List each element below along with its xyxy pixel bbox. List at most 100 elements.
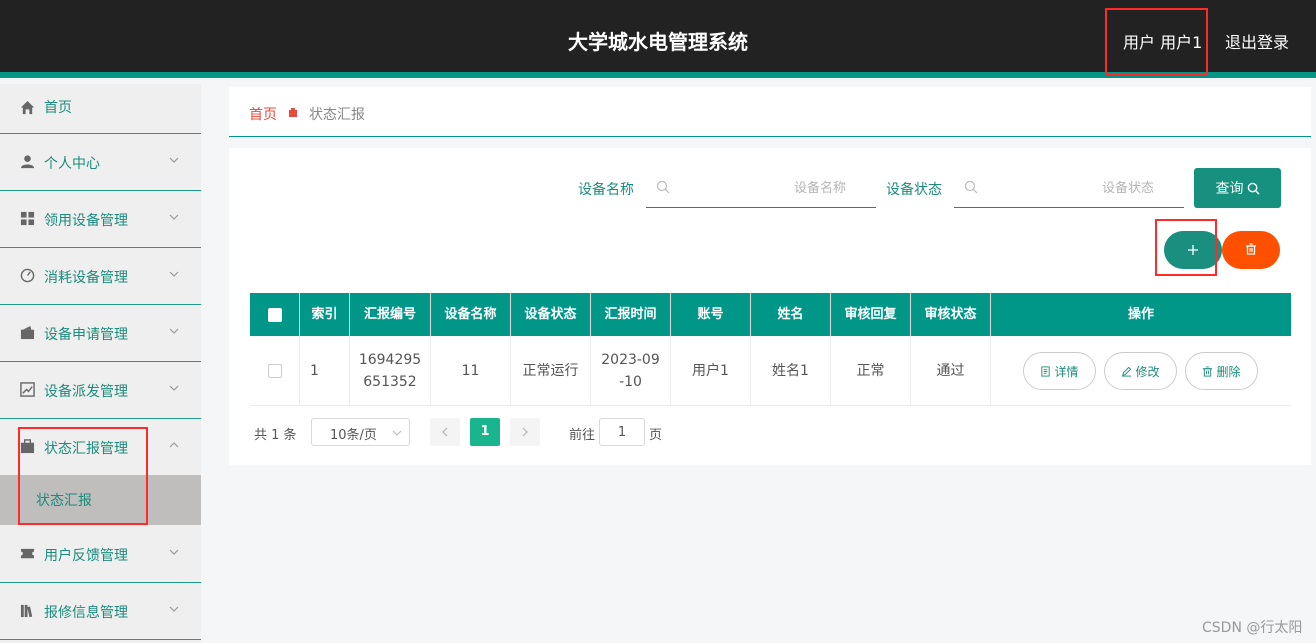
trash-icon [1246, 242, 1256, 255]
sidebar-item-repair-info[interactable]: 报修信息管理 [0, 583, 201, 640]
user-icon [20, 155, 35, 169]
sidebar-item-device-dispatch[interactable]: 设备派发管理 [0, 362, 201, 419]
chevron-down-icon [169, 385, 179, 391]
sidebar-item-label: 设备派发管理 [44, 384, 128, 400]
column-header: 设备名称 [431, 293, 511, 336]
edit-icon [1122, 366, 1132, 377]
column-header: 姓名 [751, 293, 831, 336]
device-name-search-box [646, 168, 876, 208]
cell-reply: 正常 [831, 336, 911, 405]
breadcrumb-current: 状态汇报 [309, 107, 365, 123]
batch-delete-button[interactable] [1222, 231, 1280, 269]
sidebar-item-label: 领用设备管理 [44, 213, 128, 229]
edit-button-label: 修改 [1135, 364, 1160, 379]
cell-report-time: 2023-09 -10 [591, 336, 671, 405]
chevron-down-icon [169, 606, 179, 612]
query-button[interactable]: 查询 [1194, 168, 1281, 208]
chevron-left-icon [442, 427, 448, 437]
trash-icon [1203, 365, 1213, 377]
column-header: 索引 [300, 293, 350, 336]
page-suffix-label: 页 [649, 428, 663, 443]
chevron-right-icon [522, 427, 528, 437]
edit-button[interactable]: 修改 [1104, 352, 1177, 390]
cell-report-time-line2: -10 [619, 373, 642, 390]
add-button-highlight-box [1155, 219, 1217, 276]
row-checkbox[interactable] [267, 363, 282, 378]
column-header: 汇报编号 [350, 293, 431, 336]
books-icon [20, 604, 33, 618]
sidebar-item-device-applications[interactable]: 设备申请管理 [0, 305, 201, 362]
device-status-input[interactable] [984, 174, 1154, 202]
cell-device-name: 11 [431, 336, 511, 405]
cell-actions: 详情 修改 删除 [991, 336, 1291, 405]
detail-button-label: 详情 [1054, 364, 1079, 379]
device-status-search-box [954, 168, 1184, 208]
breadcrumb-home-link[interactable]: 首页 [249, 104, 277, 124]
column-header: 设备状态 [511, 293, 591, 336]
chart-icon [20, 382, 35, 397]
sidebar: 首页 个人中心 领用设备管理 消耗设备管理 设备申请管理 设备派发管理 状态汇报… [0, 84, 201, 643]
cell-account: 用户1 [671, 336, 751, 405]
document-icon [1041, 365, 1051, 377]
sidebar-item-borrow-devices[interactable]: 领用设备管理 [0, 191, 201, 248]
pagination-total: 共 1 条 [254, 428, 297, 443]
sidebar-item-label: 消耗设备管理 [44, 270, 128, 286]
chevron-down-icon [169, 271, 179, 277]
page-size-value: 10条/页 [330, 428, 377, 443]
breadcrumb: 首页 状态汇报 [229, 87, 1311, 137]
wallet-icon [20, 325, 35, 340]
sidebar-item-user-feedback[interactable]: 用户反馈管理 [0, 526, 201, 583]
sidebar-item-label: 设备申请管理 [44, 327, 128, 343]
search-icon [964, 180, 978, 194]
chevron-down-icon [169, 328, 179, 334]
table-header: 索引 汇报编号 设备名称 设备状态 汇报时间 账号 姓名 审核回复 审核状态 操… [250, 293, 1291, 336]
cell-device-status: 正常运行 [511, 336, 591, 405]
column-header: 审核状态 [911, 293, 991, 336]
cell-index: 1 [300, 336, 350, 405]
sidebar-item-consumable-devices[interactable]: 消耗设备管理 [0, 248, 201, 305]
cell-review-status: 通过 [911, 336, 991, 405]
column-header: 操作 [1127, 307, 1154, 322]
sidebar-item-personal-center[interactable]: 个人中心 [0, 134, 201, 191]
search-icon [1247, 182, 1260, 195]
chevron-down-icon [392, 430, 402, 436]
chevron-down-icon [169, 157, 179, 163]
sidebar-item-label: 报修信息管理 [44, 605, 128, 621]
device-name-input[interactable] [676, 174, 846, 202]
page-size-select[interactable]: 10条/页 [311, 418, 410, 446]
select-all-cell [250, 293, 300, 336]
home-icon [20, 100, 35, 115]
sidebar-item-label: 首页 [44, 100, 72, 116]
table-row: 1 1694295 651352 11 正常运行 2023-09 -10 用户1… [250, 336, 1291, 406]
query-button-label: 查询 [1215, 181, 1244, 197]
goto-label: 前往 [569, 428, 596, 443]
detail-button[interactable]: 详情 [1023, 352, 1096, 390]
watermark: CSDN @行太阳 [1202, 620, 1303, 636]
chevron-down-icon [169, 549, 179, 555]
sidebar-item-label: 用户反馈管理 [44, 548, 128, 564]
sidebar-item-label: 个人中心 [44, 156, 100, 172]
logout-button[interactable]: 退出登录 [1225, 29, 1289, 53]
delete-button[interactable]: 删除 [1185, 352, 1258, 390]
select-all-checkbox[interactable] [267, 307, 282, 322]
delete-button-label: 删除 [1216, 364, 1241, 379]
column-header: 审核回复 [831, 293, 911, 336]
user-highlight-box [1105, 8, 1208, 75]
cell-report-no-line2: 651352 [363, 373, 417, 390]
chevron-up-icon [169, 442, 179, 448]
sidebar-item-home[interactable]: 首页 [0, 84, 201, 134]
prev-page-button[interactable] [430, 418, 460, 446]
goto-page-input[interactable] [599, 418, 645, 446]
device-status-label: 设备状态 [886, 182, 942, 198]
status-report-highlight-box [18, 427, 148, 525]
chevron-down-icon [169, 214, 179, 220]
row-select-cell [250, 336, 300, 405]
cell-report-no-line1: 1694295 [358, 351, 422, 368]
cell-name: 姓名1 [751, 336, 831, 405]
column-header: 汇报时间 [591, 293, 671, 336]
next-page-button[interactable] [510, 418, 540, 446]
column-header: 账号 [671, 293, 751, 336]
cell-report-no: 1694295 651352 [350, 336, 431, 405]
page-number-current[interactable]: 1 [470, 418, 500, 446]
breadcrumb-separator-icon [289, 108, 297, 117]
